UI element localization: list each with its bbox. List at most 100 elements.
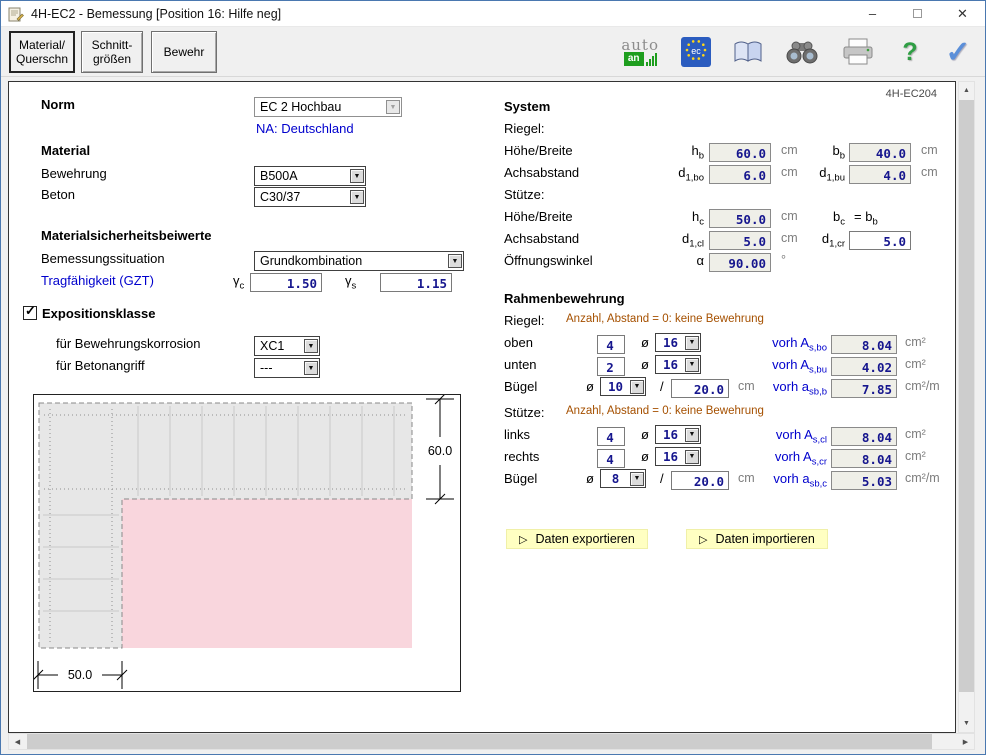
printer-icon (841, 38, 875, 66)
rahmenbewehrung-heading: Rahmenbewehrung (504, 291, 625, 306)
d1bo-field: 6.0 (709, 165, 771, 184)
title-bar: 4H-EC2 - Bemessung [Position 16: Hilfe n… (1, 1, 985, 27)
help-button[interactable]: ? (897, 31, 923, 73)
auto-label: auto (621, 38, 659, 52)
search-button[interactable] (785, 31, 819, 73)
vorh-asbu-field: 4.02 (831, 357, 897, 376)
minimize-icon: – (869, 6, 876, 21)
stuetze-label: Stütze: (504, 187, 544, 202)
dropdown-arrow-icon[interactable]: ▼ (685, 450, 699, 464)
buegel-riegel-row: Bügel ø 10 ▼ / 20.0 cm vorh asb,b 7.85 c… (9, 379, 957, 399)
oeffnungswinkel-label: Öffnungswinkel (504, 253, 593, 268)
alpha-field: 90.00 (709, 253, 771, 272)
vertical-scroll-thumb[interactable] (959, 100, 974, 692)
auto-toggle-button[interactable]: auto an (621, 38, 659, 66)
vorh-ascl-label: vorh As,cl (751, 427, 827, 446)
oben-anzahl-field[interactable]: 4 (597, 335, 625, 354)
buegel-riegel-abstand-field[interactable]: 20.0 (671, 379, 729, 398)
hc-symbol: hc (649, 209, 704, 228)
riegel-hoehe-breite-row: Höhe/Breite hb 60.0 cm bb 40.0 cm (9, 143, 957, 163)
vertical-scrollbar[interactable]: ▲ ▼ (958, 81, 975, 733)
riegel-label: Riegel: (504, 313, 544, 328)
vorh-ascr-field: 8.04 (831, 449, 897, 468)
window-title: 4H-EC2 - Bemessung [Position 16: Hilfe n… (31, 7, 281, 21)
links-anzahl-field[interactable]: 4 (597, 427, 625, 446)
unit-cm2m: cm²/m (905, 379, 940, 393)
scroll-up-icon: ▲ (963, 87, 970, 94)
unten-durchmesser-dropdown[interactable]: 16 ▼ (655, 355, 701, 374)
export-button[interactable]: ▷ Daten exportieren (506, 529, 648, 549)
gamma-c-symbol: γc (233, 273, 244, 292)
unit-cm: cm (921, 165, 938, 179)
rechts-row: rechts 4 ø 16 ▼ vorh As,cr 8.04 cm² (9, 449, 957, 469)
d1cl-field: 5.0 (709, 231, 771, 250)
durchmesser-symbol: ø (641, 427, 649, 442)
buegel-riegel-durchmesser-dropdown[interactable]: 10 ▼ (600, 377, 646, 396)
unten-row: unten 2 ø 16 ▼ vorh As,bu 4.02 cm² (9, 357, 957, 377)
minimize-button[interactable]: – (850, 1, 895, 26)
alpha-symbol: α (649, 253, 704, 268)
gamma-s-field[interactable]: 1.15 (380, 273, 452, 292)
scroll-right-icon: ▶ (963, 738, 968, 746)
confirm-button[interactable]: ✓ (945, 31, 971, 73)
column-region (39, 499, 122, 648)
scroll-down-icon: ▼ (963, 720, 970, 727)
links-row: links 4 ø 16 ▼ vorh As,cl 8.04 cm² (9, 427, 957, 447)
app-icon (8, 6, 24, 22)
question-mark-icon: ? (902, 38, 917, 67)
buegel-stuetze-durchmesser-dropdown[interactable]: 8 ▼ (600, 469, 646, 488)
scroll-left-icon: ◀ (15, 738, 20, 746)
app-window: 4H-EC2 - Bemessung [Position 16: Hilfe n… (0, 0, 986, 755)
unten-anzahl-field[interactable]: 2 (597, 357, 625, 376)
print-button[interactable] (841, 31, 875, 73)
vorh-ascl-field: 8.04 (831, 427, 897, 446)
rechts-durchmesser-dropdown[interactable]: 16 ▼ (655, 447, 701, 466)
system-heading: System (504, 99, 550, 114)
rechts-label: rechts (504, 449, 539, 464)
scroll-left-button[interactable]: ◀ (9, 734, 26, 749)
unit-cm2: cm² (905, 335, 926, 349)
maximize-button[interactable] (895, 1, 940, 26)
vorh-ascr-label: vorh As,cr (751, 449, 827, 468)
tab-schnittgroessen[interactable]: Schnitt- größen (81, 31, 143, 73)
vorh-asbc-field: 5.03 (831, 471, 897, 490)
horizontal-scroll-thumb[interactable] (27, 734, 932, 749)
dropdown-arrow-icon[interactable]: ▼ (630, 472, 644, 486)
stuetze-hoehe-field: 50.0 (709, 209, 771, 228)
oben-durchmesser-dropdown[interactable]: 16 ▼ (655, 333, 701, 352)
gamma-c-field[interactable]: 1.50 (250, 273, 322, 292)
unten-label: unten (504, 357, 537, 372)
dropdown-arrow-icon[interactable]: ▼ (685, 358, 699, 372)
auto-state-badge: an (624, 52, 644, 66)
literature-button[interactable] (733, 31, 763, 73)
tab-material-querschnitt[interactable]: Material/ Querschn (9, 31, 75, 73)
unit-cm2: cm² (905, 427, 926, 441)
scroll-down-button[interactable]: ▼ (959, 715, 974, 732)
gamma-s-symbol: γs (345, 273, 356, 292)
vorh-asbb-label: vorh asb,b (751, 379, 827, 398)
stuetze-achsabstand-row: Achsabstand d1,cl 5.0 cm d1,cr 5.0 (9, 231, 957, 251)
d1cl-symbol: d1,cl (649, 231, 704, 250)
buegel-stuetze-abstand-field[interactable]: 20.0 (671, 471, 729, 490)
d1cr-field[interactable]: 5.0 (849, 231, 911, 250)
d1bu-symbol: d1,bu (795, 165, 845, 184)
close-button[interactable]: ✕ (940, 1, 985, 26)
gzt-link[interactable]: Tragfähigkeit (GZT) (41, 273, 154, 288)
scroll-right-button[interactable]: ▶ (957, 734, 974, 749)
triangle-right-icon: ▷ (519, 533, 527, 546)
rechts-anzahl-field[interactable]: 4 (597, 449, 625, 468)
tab-bewehrung[interactable]: Bewehr (151, 31, 217, 73)
dropdown-arrow-icon[interactable]: ▼ (685, 336, 699, 350)
dropdown-arrow-icon[interactable]: ▼ (630, 380, 644, 394)
horizontal-scrollbar[interactable]: ◀ ▶ (8, 733, 975, 750)
dropdown-arrow-icon[interactable]: ▼ (685, 428, 699, 442)
riegel-label: Riegel: (504, 121, 544, 136)
import-button[interactable]: ▷ Daten importieren (686, 529, 828, 549)
vorh-asbo-label: vorh As,bo (751, 335, 827, 354)
links-durchmesser-dropdown[interactable]: 16 ▼ (655, 425, 701, 444)
scroll-up-button[interactable]: ▲ (959, 82, 974, 99)
unit-deg: ° (781, 253, 786, 267)
ec-settings-button[interactable]: ec (681, 31, 711, 73)
vorh-asbo-field: 8.04 (831, 335, 897, 354)
riegel-note: Anzahl, Abstand = 0: keine Bewehrung (566, 313, 764, 325)
